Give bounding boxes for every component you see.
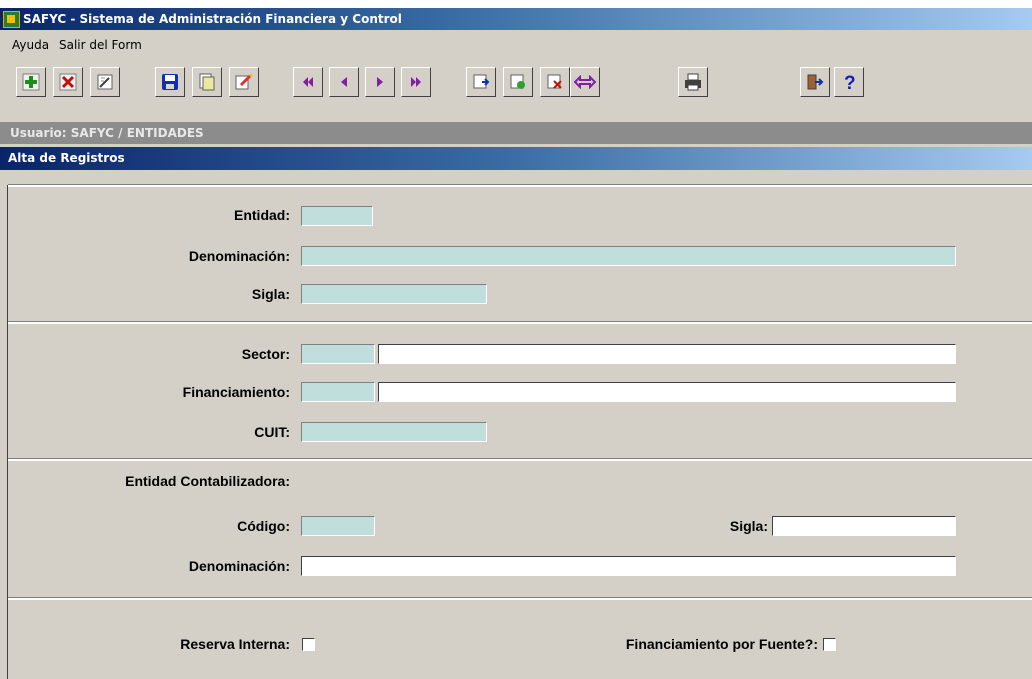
sector-label: Sector: [241,346,290,362]
edit-icon [235,73,253,91]
sigla-field[interactable] [301,284,487,304]
form-title: Alta de Registros [8,151,125,165]
entidad-field[interactable] [301,206,373,226]
add-record-button[interactable] [16,67,46,97]
previous-record-button[interactable] [329,67,359,97]
toggle-button[interactable] [570,67,600,97]
financiamiento-label: Financiamiento: [182,384,290,400]
execute-query-icon [509,73,527,91]
exit-icon [806,73,824,91]
window-title: SAFYC - Sistema de Administración Financ… [23,12,402,26]
toggle-icon [574,75,596,89]
section-separator [8,597,1032,600]
cancel-query-button[interactable] [540,67,570,97]
clear-icon [96,73,114,91]
sector-description-field[interactable] [378,344,956,364]
financiamiento-description-field[interactable] [378,382,956,402]
section-separator [8,321,1032,324]
codigo-field[interactable] [301,516,375,536]
entidad-contabilizadora-denominacion-field[interactable] [301,556,956,576]
exit-button[interactable] [800,67,830,97]
delete-record-icon [59,73,77,91]
form-title-bar: Alta de Registros [0,147,1032,170]
first-record-icon [301,75,315,89]
entidad-contabilizadora-denominacion-label: Denominación: [188,558,290,574]
last-record-icon [409,75,423,89]
delete-record-button[interactable] [53,67,83,97]
entidad-label: Entidad: [234,207,290,223]
enter-query-icon [472,73,490,91]
print-icon [684,73,702,91]
user-context-bar: Usuario: SAFYC / ENTIDADES [0,122,1032,144]
financiamiento-por-fuente-label: Financiamiento por Fuente?: [625,636,818,652]
section-separator [8,184,1032,187]
entidad-contabilizadora-heading: Entidad Contabilizadora: [125,473,290,489]
reserva-interna-checkbox[interactable] [302,638,315,651]
entidad-contabilizadora-sigla-label: Sigla: [729,518,768,534]
copy-icon [198,73,216,91]
cuit-field[interactable] [301,422,487,442]
menu-salir-del-form[interactable]: Salir del Form [59,34,142,56]
entidad-contabilizadora-sigla-field[interactable] [772,516,956,536]
reserva-interna-label: Reserva Interna: [180,636,290,652]
denominacion-label: Denominación: [188,248,290,264]
sigla-label: Sigla: [251,286,290,302]
section-separator [8,458,1032,461]
help-icon: ? [841,72,857,92]
add-record-icon [22,73,40,91]
app-icon [3,11,20,28]
save-button[interactable] [155,67,185,97]
sector-code-field[interactable] [301,344,375,364]
print-button[interactable] [678,67,708,97]
denominacion-field[interactable] [301,246,956,266]
top-strip [0,0,1032,8]
financiamiento-por-fuente-checkbox[interactable] [823,638,836,651]
cancel-query-icon [546,73,564,91]
user-context-text: Usuario: SAFYC / ENTIDADES [10,126,204,140]
first-record-button[interactable] [293,67,323,97]
menu-ayuda[interactable]: Ayuda [12,34,49,56]
window-title-bar: SAFYC - Sistema de Administración Financ… [0,8,1032,30]
toolbar: ? [0,64,1032,104]
copy-button[interactable] [192,67,222,97]
execute-query-button[interactable] [503,67,533,97]
edit-button[interactable] [229,67,259,97]
save-icon [161,73,179,91]
enter-query-button[interactable] [466,67,496,97]
previous-record-icon [337,75,351,89]
next-record-icon [373,75,387,89]
svg-text:?: ? [844,73,856,92]
help-button[interactable]: ? [834,67,864,97]
cuit-label: CUIT: [254,424,290,440]
menu-bar: Ayuda Salir del Form [0,34,1032,56]
clear-button[interactable] [90,67,120,97]
next-record-button[interactable] [365,67,395,97]
financiamiento-code-field[interactable] [301,382,375,402]
form-left-border [7,185,8,679]
last-record-button[interactable] [401,67,431,97]
codigo-label: Código: [237,518,290,534]
